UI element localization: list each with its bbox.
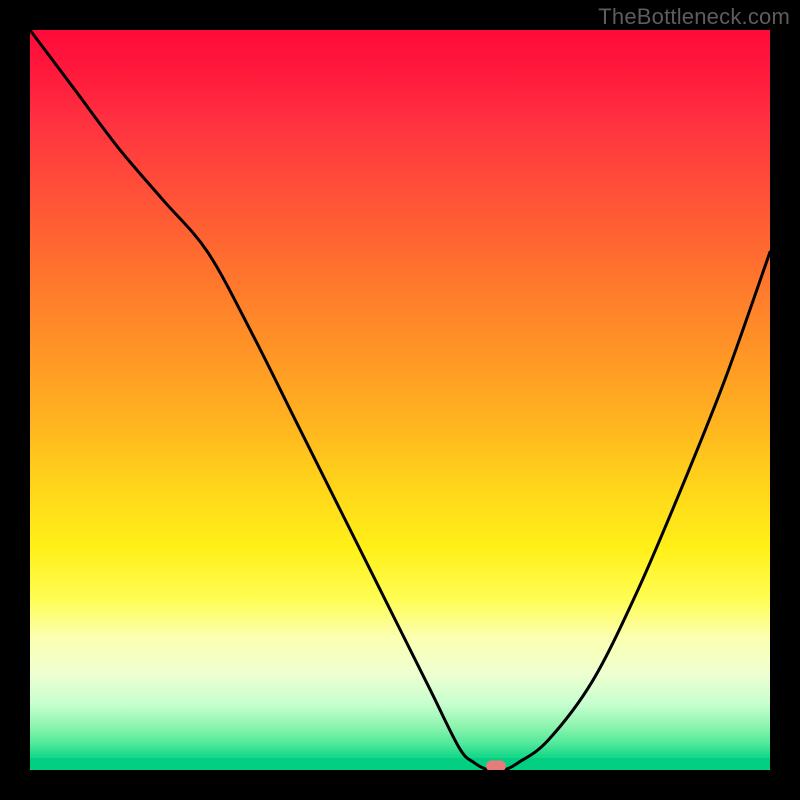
watermark-text: TheBottleneck.com <box>598 4 790 30</box>
chart-frame: TheBottleneck.com <box>0 0 800 800</box>
plot-area <box>30 30 770 770</box>
bottleneck-curve <box>30 30 770 770</box>
optimum-marker <box>486 761 506 770</box>
